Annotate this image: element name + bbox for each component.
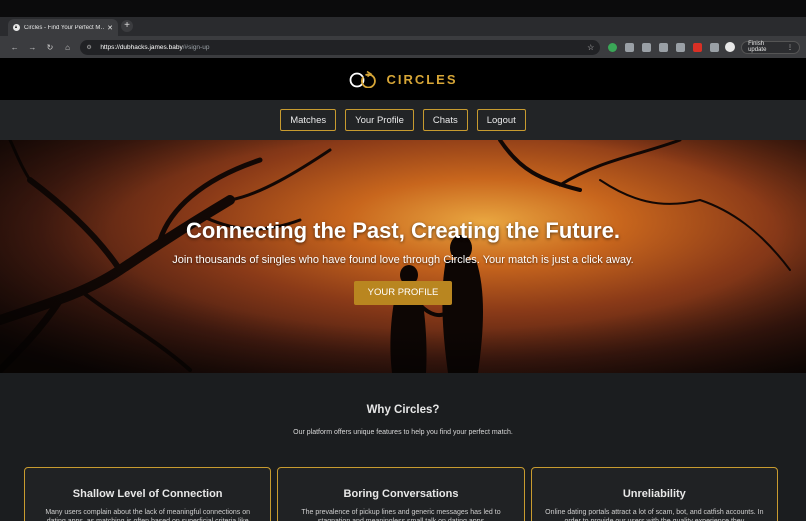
site-header: CIRCLES — [0, 58, 806, 100]
document-extension-icon[interactable] — [676, 42, 686, 52]
nav-your-profile-button[interactable]: Your Profile — [345, 109, 414, 131]
profile-avatar[interactable] — [725, 42, 736, 52]
puzzle-extensions-icon[interactable] — [710, 42, 720, 52]
reload-icon[interactable]: ↻ — [41, 43, 59, 52]
browser-toolbar: ← → ↻ ⌂ ⚙ https://dubhacks.james.baby/#s… — [0, 36, 806, 58]
more-menu-icon[interactable]: ⋮ — [787, 44, 793, 51]
feature-card: Unreliability Online dating portals attr… — [530, 467, 778, 521]
feature-card-text: Online dating portals attract a lot of s… — [545, 509, 764, 521]
why-circles-section: Why Circles? Our platform offers unique … — [0, 373, 806, 521]
hero-banner: Connecting the Past, Creating the Future… — [0, 140, 806, 373]
browser-tab-strip: Circles - Find Your Perfect M… ✕ + — [0, 17, 806, 36]
os-top-bar — [0, 0, 806, 17]
url-host: https://dubhacks.james.baby — [100, 43, 183, 51]
incognito-extension-icon[interactable] — [625, 42, 635, 52]
feature-card-title: Boring Conversations — [343, 488, 459, 500]
main-nav: Matches Your Profile Chats Logout — [0, 100, 806, 140]
phone-extension-icon[interactable] — [608, 42, 618, 52]
shield-extension-icon[interactable] — [642, 42, 652, 52]
back-arrow-icon[interactable]: ← — [6, 43, 24, 52]
feature-card: Shallow Level of Connection Many users c… — [24, 467, 272, 521]
browser-tab[interactable]: Circles - Find Your Perfect M… ✕ — [8, 19, 118, 36]
extensions-area — [608, 42, 720, 52]
circles-logo-icon — [350, 70, 377, 88]
why-title: Why Circles? — [366, 404, 440, 416]
home-icon[interactable]: ⌂ — [59, 43, 77, 52]
feature-card-text: Many users complain about the lack of me… — [45, 509, 250, 521]
site-favicon-icon — [13, 24, 20, 31]
hero-title: Connecting the Past, Creating the Future… — [186, 218, 620, 243]
feature-card-title: Shallow Level of Connection — [72, 488, 223, 500]
reader-extension-icon[interactable] — [659, 42, 669, 52]
feature-card: Boring Conversations The prevalence of p… — [277, 467, 525, 521]
feature-card-text: The prevalence of pickup lines and gener… — [301, 509, 501, 521]
brand-name: CIRCLES — [386, 71, 458, 87]
hero-content: Connecting the Past, Creating the Future… — [0, 218, 806, 305]
forward-arrow-icon[interactable]: → — [24, 43, 42, 52]
site-info-icon[interactable]: ⚙ — [86, 44, 96, 51]
bookmark-star-icon[interactable]: ☆ — [587, 43, 594, 52]
nav-logout-button[interactable]: Logout — [476, 109, 526, 131]
url-path: /#sign-up — [182, 43, 210, 51]
finish-update-label: Finish update — [748, 41, 767, 53]
tab-title: Circles - Find Your Perfect M… — [24, 24, 105, 31]
finish-update-button[interactable]: Finish update ⋮ — [741, 40, 801, 54]
nav-chats-button[interactable]: Chats — [422, 109, 468, 131]
your-profile-cta-button[interactable]: YOUR PROFILE — [353, 281, 453, 305]
nav-matches-button[interactable]: Matches — [280, 109, 337, 131]
feature-card-title: Unreliability — [622, 488, 686, 500]
hero-subtitle: Join thousands of singles who have found… — [172, 254, 634, 266]
feature-cards: Shallow Level of Connection Many users c… — [24, 467, 778, 521]
address-bar[interactable]: ⚙ https://dubhacks.james.baby/#sign-up ☆ — [80, 39, 601, 55]
why-subtitle: Our platform offers unique features to h… — [293, 429, 513, 436]
close-icon[interactable]: ✕ — [107, 24, 113, 32]
new-tab-plus-icon[interactable]: + — [121, 20, 133, 32]
red-extension-icon[interactable] — [693, 42, 703, 52]
